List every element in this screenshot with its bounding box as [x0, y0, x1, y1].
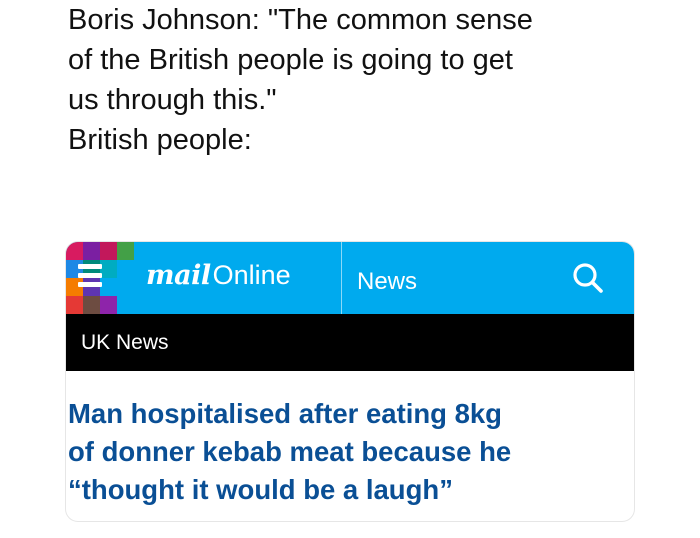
menu-color-tile [66, 296, 83, 314]
meme-caption: Boris Johnson: "The common sense of the … [68, 0, 668, 160]
menu-color-tile [100, 296, 117, 314]
menu-color-tile [117, 242, 134, 260]
caption-line: British people: [68, 124, 252, 156]
menu-button[interactable] [66, 242, 134, 314]
headline-line: of donner kebab meat because he [68, 436, 512, 467]
top-nav-bar: mail Online News [66, 242, 634, 314]
uk-news-link[interactable]: UK News [81, 331, 169, 355]
mailonline-logo[interactable]: mail Online [146, 260, 291, 296]
menu-color-tile [117, 278, 134, 296]
menu-color-tile [83, 242, 100, 260]
caption-line: us through this." [68, 84, 277, 116]
headline-line: “thought it would be a laugh” [68, 474, 453, 505]
article-headline[interactable]: Man hospitalised after eating 8kg of don… [68, 395, 628, 509]
logo-mail-text: mail [146, 260, 211, 291]
menu-color-tile [66, 242, 83, 260]
search-button[interactable] [568, 258, 608, 298]
caption-line: of the British people is going to get [68, 44, 513, 76]
menu-color-tile [83, 296, 100, 314]
menu-color-tile [100, 242, 117, 260]
nav-divider [341, 242, 342, 314]
menu-color-tile [117, 296, 134, 314]
mailonline-screenshot: mail Online News UK News Man hospitalise… [66, 242, 634, 521]
menu-color-tile [117, 260, 134, 278]
logo-online-text: Online [212, 260, 291, 290]
search-icon [573, 263, 603, 293]
headline-line: Man hospitalised after eating 8kg [68, 398, 502, 429]
nav-section-news[interactable]: News [357, 268, 417, 296]
caption-line: Boris Johnson: "The common sense [68, 4, 533, 36]
hamburger-menu-icon [78, 264, 108, 294]
sub-nav-bar: UK News [66, 314, 634, 371]
